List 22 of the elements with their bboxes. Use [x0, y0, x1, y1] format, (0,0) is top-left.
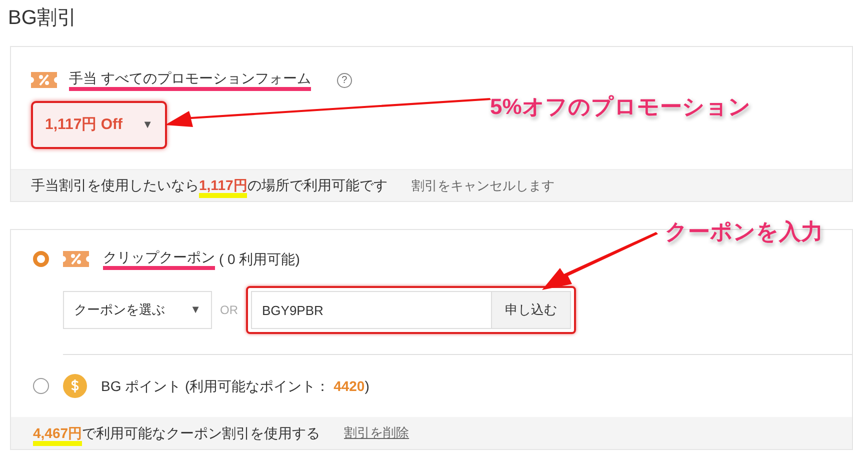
coin-icon [63, 374, 87, 398]
annotation-label: クーポンを入力 [665, 218, 823, 246]
radio-button[interactable] [33, 251, 49, 267]
coupon-code-field[interactable]: BGY9PBR [251, 291, 491, 329]
ticket-icon [31, 72, 57, 88]
or-label: OR [220, 302, 238, 319]
help-icon[interactable]: ? [336, 72, 352, 88]
promotion-label: 手当 すべてのプロモーションフォーム [69, 69, 311, 91]
promotion-availability-text: 手当割引を使用したいなら1,117円の場所で利用可能です [31, 175, 388, 196]
cancel-discount-link[interactable]: 割引をキャンセルします [411, 176, 554, 196]
promotion-dropdown[interactable]: 1,117円 Off ▼ [31, 101, 167, 149]
coupon-count: ( 0 利用可能) [219, 250, 300, 269]
radio-button[interactable] [33, 378, 49, 394]
coupon-label: クリップクーポン [103, 248, 215, 270]
remove-discount-link[interactable]: 割引を削除 [344, 423, 410, 443]
apply-button[interactable]: 申し込む [491, 291, 571, 329]
coupon-discount-text: 4,467円で利用可能なクーポン割引を使用する [33, 422, 320, 444]
annotation-label: 5%オフのプロモーション [490, 93, 751, 121]
page-title: BG割引 [7, 6, 78, 31]
coupon-select[interactable]: クーポンを選ぶ ▼ [63, 291, 212, 329]
ticket-icon [63, 251, 89, 267]
points-label: BG ポイント (利用可能なポイント： 4420) [101, 376, 370, 396]
